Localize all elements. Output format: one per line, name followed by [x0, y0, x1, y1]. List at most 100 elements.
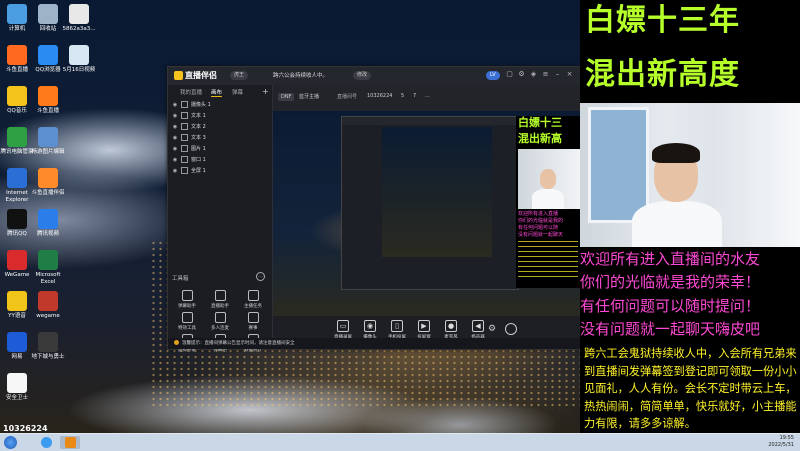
app-logo: 直播伴侣	[174, 70, 217, 81]
toolbox-title: 工具箱	[172, 276, 189, 282]
source-item[interactable]: ◉ 全屏 1	[172, 167, 266, 176]
taskbar-obs[interactable]	[60, 436, 80, 449]
desktop-icon[interactable]: 5862a3a3...	[59, 4, 99, 33]
scene-panel: 我的直播 画布 弹幕 + ◉ 摄像头 1 ◉ 文本 1 ◉ 文本 2 ◉ 文本 3 ◉ 图片 1 ◉…	[168, 85, 273, 353]
bottom-tool[interactable]: ▭直播录屏	[328, 320, 358, 340]
preview-settings-icon[interactable]: ⚙	[488, 324, 496, 334]
app-icon	[7, 4, 27, 24]
start-live-icon[interactable]	[505, 323, 517, 335]
visibility-icon[interactable]: ◉	[172, 112, 178, 121]
bottom-tool-icon: ●	[445, 320, 457, 332]
visibility-icon[interactable]: ◉	[172, 167, 178, 176]
tab-canvas[interactable]: 画布	[211, 88, 223, 97]
tool-item[interactable]: 特效工具	[174, 312, 200, 331]
overlay-welcome-1: 欢迎所有进入直播间的水友	[580, 250, 761, 268]
desktop-icon[interactable]: 安全卫士	[0, 373, 37, 402]
bottom-tool[interactable]: ●麦克风	[436, 320, 466, 340]
tool-item[interactable]: 多人连麦	[207, 312, 233, 331]
source-item[interactable]: ◉ 文本 1	[172, 112, 266, 121]
desktop-icon[interactable]: wegame	[28, 291, 68, 320]
desktop-icon-label: 斗鱼直播伴侣	[31, 190, 65, 196]
desktop-icon[interactable]: 斗鱼直播	[28, 86, 68, 115]
tab-my-live[interactable]: 我的直播	[180, 88, 202, 96]
tool-item[interactable]: 直播助手	[207, 290, 233, 309]
app-icon	[69, 4, 89, 24]
app-icon	[7, 332, 27, 352]
source-item[interactable]: ◉ 文本 2	[172, 123, 266, 132]
overlay-welcome-3: 有任何问题可以随时提问！	[580, 297, 761, 315]
window-frame	[588, 107, 649, 223]
source-label: 摄像头 1	[191, 102, 211, 108]
source-item[interactable]: ◉ 文本 3	[172, 134, 266, 143]
source-item[interactable]: ◉ 窗口 1	[172, 156, 266, 165]
menu-icon[interactable]: ≡	[542, 71, 549, 78]
visibility-icon[interactable]: ◉	[172, 123, 178, 132]
obs-window[interactable]: 直播伴侣 虎王 跨六公会持续收人中。 修改 LV ▢ ⚙ ◈ ≡ – × 我的直…	[167, 66, 582, 353]
desktop-icon[interactable]: 畅游图片编辑	[28, 127, 68, 156]
app-icon	[38, 250, 58, 270]
start-button[interactable]	[4, 436, 17, 449]
desktop-icon[interactable]: 斗鱼直播伴侣	[28, 168, 68, 197]
bottom-tool-icon: ◉	[364, 320, 376, 332]
overlay-title-line-1: 白嫖十三年	[585, 3, 740, 38]
user-chip[interactable]: 虎王	[230, 71, 249, 80]
desktop-overlay-number: 10326224	[3, 424, 48, 433]
app-icon	[69, 45, 89, 65]
tool-label: 赛事	[248, 326, 258, 331]
taskbar: 19:55 2022/5/31	[0, 433, 800, 451]
edit-title-button[interactable]: 修改	[353, 71, 372, 80]
level-badge: LV	[486, 71, 500, 80]
close-icon[interactable]: ×	[566, 71, 573, 78]
desktop-icon-label: Microsoft Excel	[35, 272, 61, 285]
source-item[interactable]: ◉ 图片 1	[172, 145, 266, 154]
logo-icon	[174, 71, 183, 80]
message-icon[interactable]: ▢	[506, 71, 513, 78]
desktop-icon[interactable]: Microsoft Excel	[28, 250, 68, 286]
desktop-icon[interactable]: 地下城与勇士	[28, 332, 68, 361]
tool-item[interactable]: 赛事	[240, 312, 266, 331]
webcam-feed	[580, 103, 800, 247]
bottom-tool[interactable]: ▶投屏窗	[409, 320, 439, 340]
tool-icon	[247, 312, 259, 323]
source-label: 窗口 1	[191, 157, 206, 163]
desktop-icon-label: 地下城与勇士	[31, 354, 65, 360]
category-value: 蓝牙主播	[299, 94, 320, 100]
app-icon	[7, 168, 27, 188]
tool-icon	[214, 312, 226, 323]
more-info[interactable]: ...	[425, 93, 430, 99]
desktop-icon[interactable]: 腾讯视频	[28, 209, 68, 238]
app-icon	[7, 209, 27, 229]
tool-item[interactable]: 主播任务	[240, 290, 266, 309]
app-icon	[38, 168, 58, 188]
overlay-welcome-2: 你们的光临就是我的荣幸！	[580, 273, 761, 291]
add-source-icon[interactable]: +	[262, 87, 269, 96]
visibility-icon[interactable]: ◉	[172, 156, 178, 165]
tab-danmaku[interactable]: 弹幕	[232, 88, 243, 96]
toolbox-more-icon[interactable]: …	[256, 272, 265, 281]
bottom-tool[interactable]: ◉摄像头	[355, 320, 385, 340]
stream-preview[interactable]: 白嫖十三 混出新高 欢迎所有进入直播 你们的光临就是我的 有任何问题可以随 没有…	[273, 111, 581, 316]
bottom-tool[interactable]: ▯手机投屏	[382, 320, 412, 340]
app-icon	[38, 86, 58, 106]
settings-icon[interactable]: ⚙	[518, 71, 525, 78]
tool-icon	[181, 312, 193, 323]
source-label: 图片 1	[191, 146, 206, 152]
skin-icon[interactable]: ◈	[530, 71, 537, 78]
mini-pink-2: 你们的光临就是我的	[518, 218, 564, 224]
visibility-icon[interactable]: ◉	[172, 145, 178, 154]
desktop-icon[interactable]: 5月16日视频	[59, 45, 99, 74]
source-item[interactable]: ◉ 摄像头 1	[172, 101, 266, 110]
visibility-icon[interactable]: ◉	[172, 101, 178, 110]
tool-icon	[214, 290, 226, 301]
visibility-icon[interactable]: ◉	[172, 134, 178, 143]
desktop-icon-label: wegame	[36, 313, 60, 319]
person-body	[632, 201, 722, 247]
system-clock[interactable]: 19:55 2022/5/31	[768, 435, 794, 449]
category-chip[interactable]: DNF	[278, 93, 295, 101]
desktop-icon-label: 5月16日视频	[62, 67, 96, 73]
taskbar-qq-browser[interactable]	[36, 436, 56, 449]
tool-item[interactable]: 弹幕助手	[174, 290, 200, 309]
tool-icon	[247, 290, 259, 301]
minimize-icon[interactable]: –	[554, 71, 561, 78]
app-icon	[38, 332, 58, 352]
